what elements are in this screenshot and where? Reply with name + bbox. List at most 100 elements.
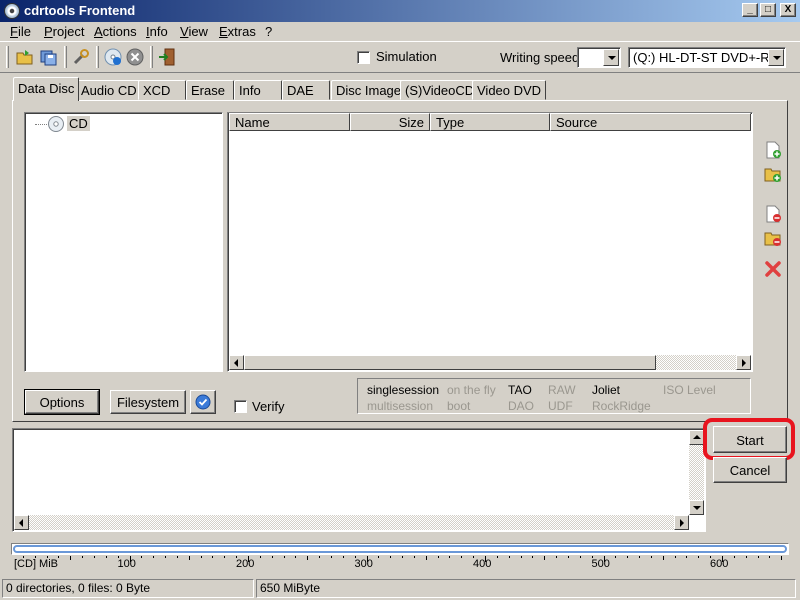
start-button-highlight <box>703 418 795 460</box>
menu-extras[interactable]: Extras <box>219 24 256 39</box>
tab-info[interactable]: Info <box>234 80 282 100</box>
ruler-tick <box>105 556 107 558</box>
writing-speed-label: Writing speed <box>500 50 580 65</box>
log-scroll-left-button[interactable] <box>14 515 29 530</box>
filesystem-button[interactable]: Filesystem <box>110 390 186 414</box>
ruler-tick <box>46 556 48 558</box>
column-source[interactable]: Source <box>550 113 751 131</box>
burn-disc-icon[interactable] <box>104 48 122 66</box>
ruler-tick <box>22 556 24 558</box>
tab-svideocd[interactable]: (S)VideoCD <box>400 80 480 100</box>
maximize-button[interactable]: □ <box>760 3 776 17</box>
file-list[interactable]: Name Size Type Source <box>227 112 753 372</box>
ruler-tick <box>176 556 178 558</box>
simulation-label: Simulation <box>376 49 437 64</box>
ruler-tick <box>319 556 321 558</box>
ruler-tick <box>224 556 226 558</box>
flag-singlesession: singlesession <box>367 383 440 397</box>
menu-file[interactable]: File <box>10 24 31 39</box>
folder-tree[interactable]: CD <box>24 112 223 372</box>
menu-actions[interactable]: Actions <box>94 24 137 39</box>
title-bar[interactable]: cdrtools Frontend _ □ X <box>0 0 800 22</box>
menu-bar: File Project Actions Info View Extras ? <box>0 22 800 41</box>
add-folder-icon[interactable] <box>764 165 782 183</box>
simulation-checkbox[interactable] <box>357 51 370 64</box>
app-window: cdrtools Frontend _ □ X File Project Act… <box>0 0 800 600</box>
column-type[interactable]: Type <box>430 113 550 131</box>
wrench-icon[interactable] <box>72 48 90 66</box>
menu-help[interactable]: ? <box>265 24 272 39</box>
exit-icon[interactable] <box>158 48 176 66</box>
scroll-up-button[interactable] <box>689 430 704 445</box>
cancel-circle-icon[interactable] <box>126 48 144 66</box>
scroll-right-button[interactable] <box>736 355 751 370</box>
ruler-tick <box>639 556 641 558</box>
menu-info[interactable]: Info <box>146 24 168 39</box>
ruler-tick <box>58 556 60 558</box>
flag-raw: RAW <box>548 383 576 397</box>
save-project-icon[interactable] <box>40 48 58 66</box>
tab-xcd[interactable]: XCD <box>138 80 186 100</box>
ruler-tick <box>461 556 463 558</box>
ruler-tick <box>413 556 415 558</box>
log-output[interactable] <box>12 428 706 532</box>
session-flags-panel: singlesession on the fly TAO RAW Joliet … <box>357 378 751 414</box>
ruler-tick <box>698 556 700 558</box>
ruler-tick <box>378 556 380 558</box>
drive-select-value: (Q:) HL-DT-ST DVD+-RW <box>633 50 782 65</box>
drive-select[interactable]: (Q:) HL-DT-ST DVD+-RW <box>628 47 786 68</box>
remove-folder-icon[interactable] <box>764 229 782 247</box>
tab-data-disc[interactable]: Data Disc <box>13 77 80 101</box>
ruler-tick <box>437 556 439 558</box>
ruler-tick <box>733 556 735 558</box>
flag-multisession: multisession <box>367 399 434 413</box>
close-button[interactable]: X <box>780 3 796 17</box>
chevron-down-icon[interactable] <box>768 49 784 66</box>
tab-disc-image[interactable]: Disc Image <box>331 80 407 100</box>
toolbar-separator-1 <box>64 46 67 68</box>
cd-icon <box>48 116 64 132</box>
scroll-down-button[interactable] <box>689 500 704 515</box>
open-project-icon[interactable] <box>16 48 34 66</box>
verify-label: Verify <box>252 399 285 414</box>
menu-view[interactable]: View <box>180 24 208 39</box>
ruler-tick <box>579 556 581 558</box>
ruler-tick <box>520 556 522 558</box>
verify-check-button[interactable] <box>190 390 216 414</box>
ruler-label: 400 <box>473 558 492 570</box>
flag-rockridge: RockRidge <box>592 399 651 413</box>
horizontal-scroll-thumb[interactable] <box>244 355 656 370</box>
ruler-label: 200 <box>236 558 255 570</box>
cancel-button[interactable]: Cancel <box>713 457 787 483</box>
column-size[interactable]: Size <box>350 113 430 131</box>
ruler-tick <box>259 556 261 558</box>
flag-udf: UDF <box>548 399 573 413</box>
tab-video-dvd[interactable]: Video DVD <box>472 80 547 100</box>
writing-speed-select[interactable] <box>577 47 621 68</box>
tab-erase[interactable]: Erase <box>186 80 234 100</box>
minimize-button[interactable]: _ <box>742 3 758 17</box>
log-horizontal-scroll-track[interactable] <box>29 515 674 530</box>
options-button[interactable]: Options <box>24 389 100 415</box>
tab-dae[interactable]: DAE <box>282 80 330 100</box>
tree-root-cd[interactable]: CD <box>67 116 90 131</box>
ruler-tick <box>508 556 510 558</box>
ruler-tick <box>188 556 190 560</box>
scroll-left-button[interactable] <box>229 355 244 370</box>
add-file-icon[interactable] <box>764 141 782 159</box>
tab-audio-cd[interactable]: Audio CD <box>76 80 142 100</box>
flag-boot: boot <box>447 399 471 413</box>
chevron-down-icon[interactable] <box>603 49 619 66</box>
remove-file-icon[interactable] <box>764 205 782 223</box>
verify-checkbox[interactable] <box>234 400 247 413</box>
ruler-tick <box>615 556 617 558</box>
menu-project[interactable]: Project <box>44 24 84 39</box>
log-scroll-right-button[interactable] <box>674 515 689 530</box>
column-name[interactable]: Name <box>229 113 350 131</box>
delete-all-icon[interactable] <box>764 260 782 278</box>
toolbar-separator-3 <box>150 46 153 68</box>
ruler-tick <box>769 556 771 558</box>
ruler-tick <box>307 556 309 560</box>
ruler-tick <box>342 556 344 558</box>
ruler-label: 500 <box>591 558 610 570</box>
